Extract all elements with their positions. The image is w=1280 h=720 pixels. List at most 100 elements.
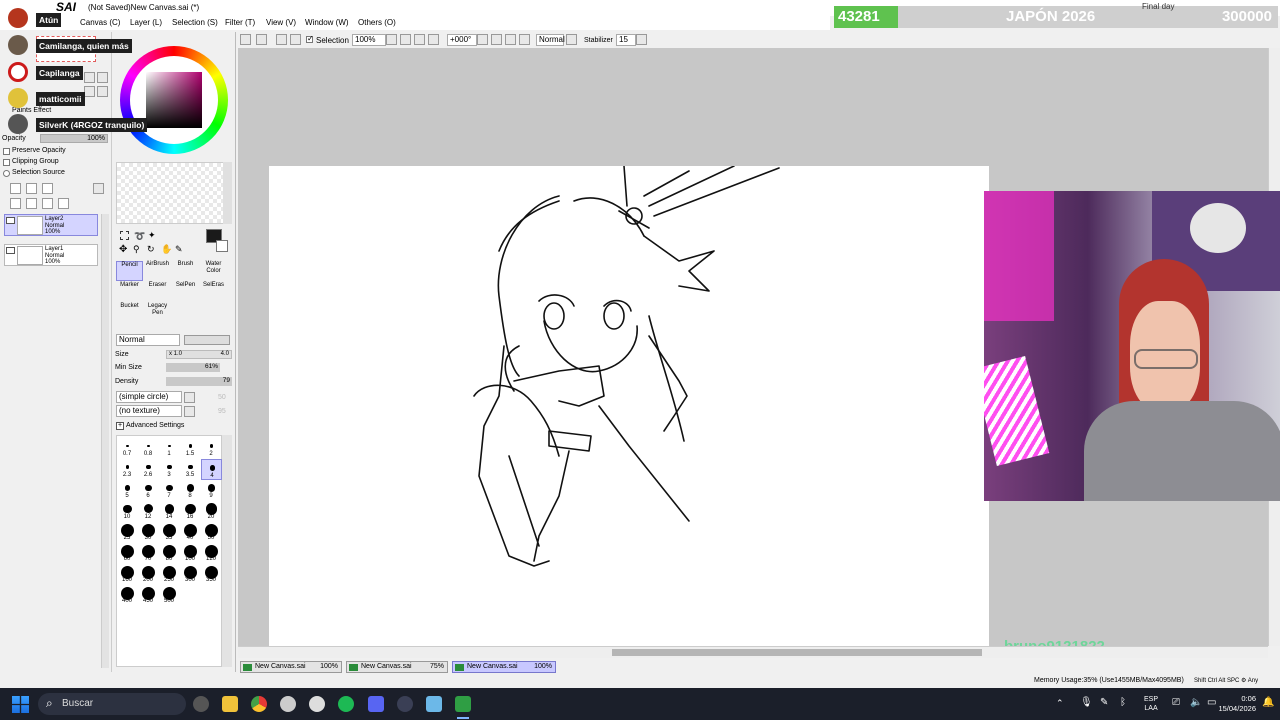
volume-icon[interactable]: 🔈 xyxy=(1190,697,1202,708)
brush-blend-field[interactable]: Normal xyxy=(116,334,180,346)
color-wheel[interactable] xyxy=(120,46,228,154)
app-icon[interactable] xyxy=(397,696,413,712)
stabilizer-field[interactable]: 15 xyxy=(616,34,636,46)
settings-gear-icon[interactable] xyxy=(280,696,296,712)
brush-size-preset[interactable]: 10 xyxy=(117,501,138,522)
document-tab[interactable]: New Canvas.sai 75% xyxy=(346,661,448,673)
nav-zoom-out-icon[interactable] xyxy=(97,72,108,83)
brush-size-preset[interactable]: 1.5 xyxy=(180,438,201,459)
brush-size-preset[interactable]: 60 xyxy=(117,543,138,564)
tool-marker[interactable]: Marker xyxy=(116,282,143,302)
menu-view[interactable]: View (V) xyxy=(266,18,296,27)
brush-size-preset[interactable]: 120 xyxy=(201,543,222,564)
brush-edge-buttons[interactable] xyxy=(184,335,230,345)
network-icon[interactable]: ⎚ xyxy=(1172,697,1180,708)
advanced-settings-toggle[interactable]: + xyxy=(116,422,124,430)
visibility-eye-icon[interactable] xyxy=(6,247,15,254)
brush-size-preset[interactable]: 20 xyxy=(201,501,222,522)
tool-watercolor[interactable]: Water Color xyxy=(200,261,227,281)
image-viewer-icon[interactable] xyxy=(426,696,442,712)
brush-size-preset[interactable]: 250 xyxy=(159,564,180,585)
paint-tool-sai-icon[interactable] xyxy=(455,696,471,712)
brush-size-preset[interactable]: 2.3 xyxy=(117,459,138,480)
secondary-color-swatch[interactable] xyxy=(216,240,228,252)
layer-row[interactable]: Layer2 Normal 100% xyxy=(4,214,98,236)
deselect-icon[interactable] xyxy=(276,34,287,45)
tool-selpen[interactable]: SelPen xyxy=(172,282,199,302)
brush-size-preset[interactable]: 200 xyxy=(138,564,159,585)
brush-size-preset[interactable]: 12 xyxy=(138,501,159,522)
brush-size-preset[interactable]: 2 xyxy=(201,438,222,459)
rotate-right-icon[interactable] xyxy=(505,34,516,45)
tool-pencil[interactable]: Pencil xyxy=(116,261,143,281)
clear-layer-icon[interactable] xyxy=(42,198,53,209)
rotation-dropdown-icon[interactable] xyxy=(477,34,488,45)
brush-size-preset[interactable]: 500 xyxy=(159,585,180,606)
zoom-dropdown-icon[interactable] xyxy=(386,34,397,45)
magic-wand-icon[interactable]: ✦ xyxy=(148,230,156,241)
rotate-left-icon[interactable] xyxy=(491,34,502,45)
layer-row[interactable]: Layer1 Normal 100% xyxy=(4,244,98,266)
move-icon[interactable]: ✥ xyxy=(119,244,127,255)
new-folder-icon[interactable] xyxy=(42,183,53,194)
zoom-tool-icon[interactable]: ⚲ xyxy=(133,244,140,255)
horizontal-scroll-thumb[interactable] xyxy=(612,649,982,656)
tool-bucket[interactable]: Bucket xyxy=(116,303,143,323)
brush-size-scrollbar[interactable] xyxy=(222,435,232,667)
delete-layer-icon[interactable] xyxy=(58,198,69,209)
brush-size-preset[interactable]: 2.6 xyxy=(138,459,159,480)
brush-size-preset[interactable]: 6 xyxy=(138,480,159,501)
brush-size-preset[interactable]: 8 xyxy=(180,480,201,501)
brush-size-preset[interactable]: 70 xyxy=(138,543,159,564)
taskbar-search[interactable]: ⌕ Buscar xyxy=(38,693,186,715)
notification-bell-icon[interactable]: 🔔 xyxy=(1262,697,1274,708)
swatch-scrollbar[interactable] xyxy=(223,162,232,224)
blend-mode-field[interactable]: Normal xyxy=(536,34,565,46)
brush-size-preset[interactable]: 80 xyxy=(159,543,180,564)
nav-zoom-in-icon[interactable] xyxy=(84,72,95,83)
size-slider[interactable]: x 1.0 4.0 xyxy=(166,350,232,359)
github-icon[interactable] xyxy=(193,696,209,712)
brush-size-preset[interactable]: 50 xyxy=(201,522,222,543)
saturation-value-square[interactable] xyxy=(146,72,202,128)
select-rect-icon[interactable] xyxy=(120,231,129,240)
language-indicator[interactable]: ESP LAA xyxy=(1144,695,1158,713)
invert-selection-icon[interactable] xyxy=(290,34,301,45)
rotate-tool-icon[interactable]: ↻ xyxy=(147,244,155,255)
transfer-down-icon[interactable] xyxy=(10,198,21,209)
brush-shape-dropdown-icon[interactable] xyxy=(184,392,195,403)
lasso-icon[interactable]: ➰ xyxy=(134,231,145,242)
zoom-reset-icon[interactable] xyxy=(428,34,439,45)
canvas-paper[interactable] xyxy=(269,166,989,646)
menu-layer[interactable]: Layer (L) xyxy=(130,18,162,27)
preserve-opacity-checkbox[interactable] xyxy=(3,148,10,155)
brush-size-preset[interactable]: 1 xyxy=(159,438,180,459)
document-tab[interactable]: New Canvas.sai 100% xyxy=(240,661,342,673)
undo-icon[interactable] xyxy=(240,34,251,45)
tool-eraser[interactable]: Eraser xyxy=(144,282,171,302)
zoom-in-icon[interactable] xyxy=(414,34,425,45)
opacity-slider[interactable]: 100% xyxy=(40,134,108,143)
visibility-eye-icon[interactable] xyxy=(6,217,15,224)
nav-rotate-icon[interactable] xyxy=(84,86,95,97)
pen-icon[interactable]: ✎ xyxy=(1100,697,1108,708)
document-tab-active[interactable]: New Canvas.sai 100% xyxy=(452,661,556,673)
zoom-field[interactable]: 100% xyxy=(352,34,386,46)
zoom-out-icon[interactable] xyxy=(400,34,411,45)
windows-start-icon[interactable] xyxy=(12,696,29,713)
menu-others[interactable]: Others (O) xyxy=(358,18,396,27)
brush-size-preset[interactable]: 160 xyxy=(117,564,138,585)
brush-texture-field[interactable]: (no texture) xyxy=(116,405,182,417)
brush-size-preset[interactable]: 450 xyxy=(138,585,159,606)
menu-window[interactable]: Window (W) xyxy=(305,18,349,27)
brush-size-preset[interactable]: 0.8 xyxy=(138,438,159,459)
menu-canvas[interactable]: Canvas (C) xyxy=(80,18,120,27)
obs-icon[interactable] xyxy=(309,696,325,712)
redo-icon[interactable] xyxy=(256,34,267,45)
file-explorer-icon[interactable] xyxy=(222,696,238,712)
min-size-slider[interactable]: 61% xyxy=(166,363,220,372)
color-swatch-area[interactable] xyxy=(116,162,232,224)
brush-size-preset[interactable]: 35 xyxy=(159,522,180,543)
brush-size-preset[interactable]: 400 xyxy=(117,585,138,606)
clipping-group-checkbox[interactable] xyxy=(3,159,10,166)
